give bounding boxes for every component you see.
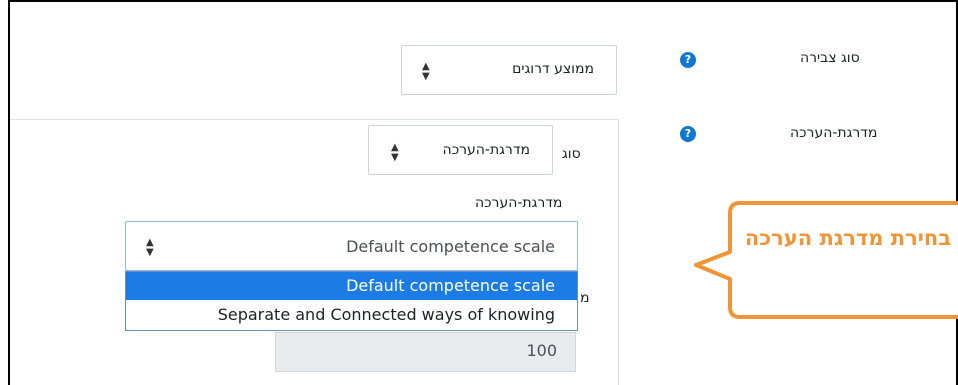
chevron-updown-icon: ▲ ▼ <box>146 237 154 258</box>
grade-type-value: מדרגת-הערכה <box>442 142 530 158</box>
grade-label: מדרגת-הערכה <box>790 125 878 141</box>
grade-type-label: סוג <box>562 146 581 162</box>
max-grade-value: 100 <box>526 341 557 360</box>
help-icon[interactable]: ? <box>680 52 696 68</box>
aggregation-label: סוג צבירה <box>800 50 860 66</box>
scale-option-separate[interactable]: Separate and Connected ways of knowing <box>126 301 577 329</box>
scale-option-default[interactable]: Default competence scale <box>126 272 577 300</box>
scale-select[interactable]: Default competence scale ▲ ▼ <box>125 221 578 271</box>
scale-dropdown-list[interactable]: Default competence scale Separate and Co… <box>125 271 578 331</box>
chevron-updown-icon: ▲ ▼ <box>422 61 430 82</box>
callout-text: בחירת מדרגת הערכה <box>744 226 952 250</box>
max-grade-field: 100 <box>275 332 576 372</box>
hidden-label-fragment: מ <box>580 290 590 306</box>
callout-bubble <box>694 201 958 319</box>
chevron-updown-icon: ▲ ▼ <box>391 142 399 163</box>
aggregation-select[interactable]: ממוצע דרוגים ▲ ▼ <box>401 45 617 95</box>
aggregation-value: ממוצע דרוגים <box>512 61 594 77</box>
help-icon[interactable]: ? <box>680 126 696 142</box>
grade-type-select[interactable]: מדרגת-הערכה ▲ ▼ <box>368 125 553 175</box>
scale-label: מדרגת-הערכה <box>475 195 563 211</box>
scale-value: Default competence scale <box>346 237 555 256</box>
